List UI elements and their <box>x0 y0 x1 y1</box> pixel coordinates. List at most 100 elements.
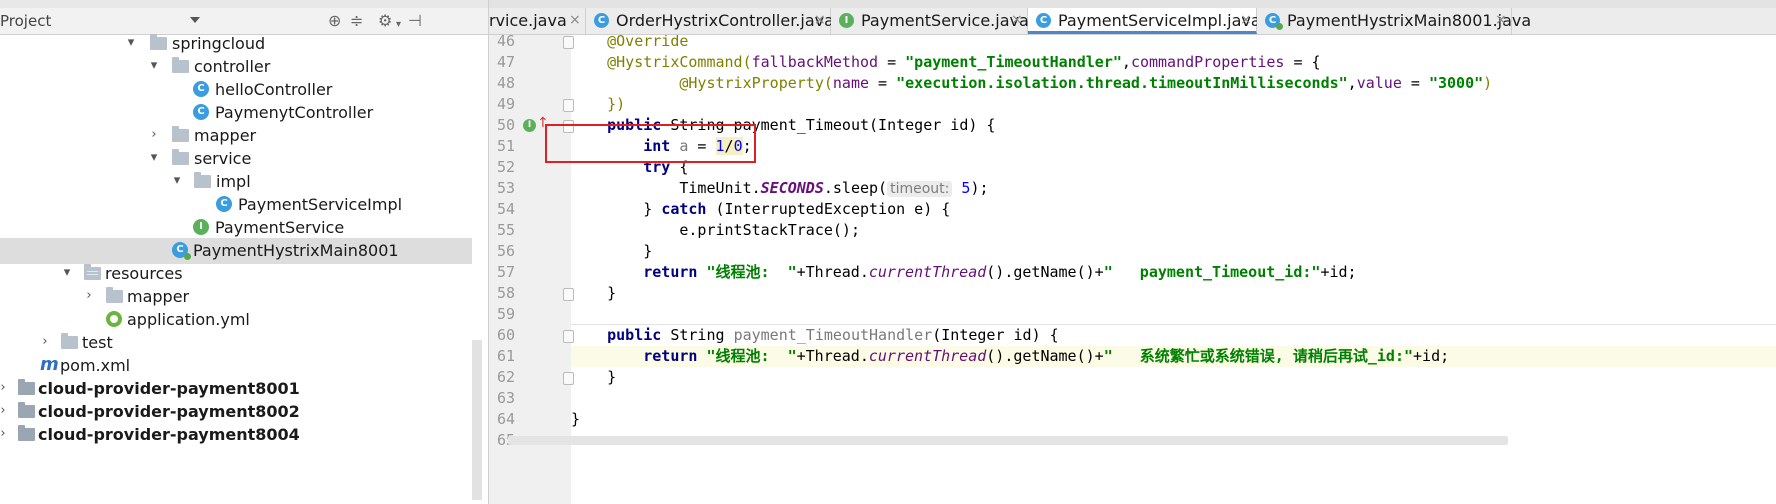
tab-paymenthystrixmain8001[interactable]: C PaymentHystrixMain8001.java × <box>1257 8 1531 34</box>
panel-top-strip <box>0 0 488 8</box>
line-number: 48 <box>496 74 515 92</box>
code-editor[interactable]: 46 47 48 49 50 I ↑ 51 52 53 54 55 56 57 58… <box>489 35 1776 504</box>
code-token: (InterruptedException e) { <box>706 200 951 218</box>
line-number: 47 <box>496 53 515 71</box>
code-line-62[interactable]: } <box>571 367 1776 388</box>
annotation-highlight-box <box>545 124 756 163</box>
tab-paymentserviceimpl[interactable]: C PaymentServiceImpl.java × <box>1028 8 1261 34</box>
main-class-icon: C <box>172 242 191 260</box>
module-folder-icon <box>18 425 35 441</box>
code-line-61[interactable]: return "线程池: "+Thread.currentThread().ge… <box>571 346 1776 367</box>
code-line-48[interactable]: @HystrixProperty(name = "execution.isola… <box>571 73 1776 94</box>
code-line-53[interactable]: TimeUnit.SECONDS.sleep(timeout: 5); <box>571 178 1776 199</box>
locate-icon[interactable]: ⊕ <box>328 12 341 30</box>
class-icon: C <box>193 81 209 97</box>
folder-icon <box>106 287 123 303</box>
code-line-47[interactable]: @HystrixCommand(fallbackMethod = "paymen… <box>571 52 1776 73</box>
code-token: , <box>1121 53 1131 71</box>
gutter-line: 56 <box>489 241 571 262</box>
code-line-59[interactable] <box>571 304 1776 325</box>
gutter-line: 54 <box>489 199 571 220</box>
code-token: return <box>643 263 698 281</box>
line-number: 56 <box>496 242 515 260</box>
chevron-down-icon[interactable]: ▾ <box>147 150 161 165</box>
close-icon[interactable]: × <box>1240 12 1252 28</box>
close-icon[interactable]: × <box>814 12 826 28</box>
code-token: ); <box>970 179 989 197</box>
chevron-right-icon[interactable]: › <box>0 403 10 418</box>
code-token: ().getName()+ <box>986 347 1104 365</box>
class-icon: C <box>193 104 209 120</box>
tab-orderhystrixcontroller[interactable]: C OrderHystrixController.java × <box>586 8 834 34</box>
gutter-line: 62 <box>489 367 574 388</box>
code-token: catch <box>661 200 707 218</box>
tree-item-label: helloController <box>215 80 333 99</box>
chevron-right-icon[interactable]: › <box>147 127 161 142</box>
project-view-selector[interactable]: Project <box>0 12 51 30</box>
tab-bar-top-strip <box>489 0 1776 8</box>
code-line-58[interactable]: } <box>571 283 1776 304</box>
chevron-down-icon[interactable]: ▾ <box>60 265 74 280</box>
horizontal-scrollbar[interactable] <box>508 436 1508 445</box>
chevron-right-icon[interactable]: › <box>82 288 96 303</box>
code-token: } <box>643 242 653 260</box>
code-line-46[interactable]: @Override <box>571 35 1776 52</box>
code-token: = <box>1401 74 1429 92</box>
tree-item-label: cloud-provider-payment8002 <box>38 402 300 421</box>
folder-icon <box>172 57 189 73</box>
gutter-line: 55 <box>489 220 571 241</box>
module-folder-icon <box>18 402 35 418</box>
editor-tab-bar: rvice.java × C OrderHystrixController.ja… <box>489 0 1776 35</box>
code-line-60[interactable]: public String payment_TimeoutHandler(Int… <box>571 325 1776 346</box>
parameter-hint: timeout: <box>887 181 953 197</box>
code-token: +id; <box>1320 263 1357 281</box>
code-line-49[interactable]: }) <box>571 94 1776 115</box>
tab-paymentservice[interactable]: I PaymentService.java × <box>831 8 1029 34</box>
chevron-right-icon[interactable]: › <box>38 334 52 349</box>
tree-item-label: pom.xml <box>60 356 131 375</box>
close-icon[interactable]: × <box>569 12 581 28</box>
code-token: @HystrixProperty( <box>679 74 833 92</box>
code-token: +id; <box>1413 347 1450 365</box>
chevron-down-icon[interactable]: ▾ <box>147 58 161 73</box>
interface-icon: I <box>839 13 854 28</box>
chevron-right-icon[interactable]: › <box>0 426 10 441</box>
chevron-right-icon[interactable]: › <box>0 380 10 395</box>
project-scrollbar[interactable] <box>472 340 482 500</box>
code-line-56[interactable]: } <box>571 241 1776 262</box>
line-number: 49 <box>496 95 515 113</box>
code-token: @HystrixCommand( <box>607 53 752 71</box>
gear-icon[interactable]: ⚙ <box>378 12 392 30</box>
code-token: = <box>878 53 906 71</box>
tab-service-java[interactable]: rvice.java × <box>489 8 586 34</box>
code-token: +Thread. <box>796 347 869 365</box>
collapse-all-icon[interactable]: ≑ <box>350 12 363 30</box>
code-line-63[interactable] <box>571 388 1776 409</box>
code-line-64[interactable]: } <box>571 409 1776 430</box>
close-icon[interactable]: × <box>1011 12 1023 28</box>
gutter-line: 53 <box>489 178 571 199</box>
code-token: , <box>1347 74 1357 92</box>
chevron-down-icon[interactable] <box>190 17 200 23</box>
close-icon[interactable]: × <box>1495 12 1507 28</box>
line-number: 58 <box>496 284 515 302</box>
code-token: } <box>571 410 581 428</box>
class-icon: C <box>594 13 609 28</box>
tree-item-module-8004[interactable]: › cloud-provider-payment8004 <box>0 422 472 448</box>
code-token: (Integer id) { <box>932 326 1059 344</box>
code-line-55[interactable]: e.printStackTrace(); <box>571 220 1776 241</box>
code-token: " payment_Timeout_id:" <box>1103 263 1321 281</box>
gutter-line: 48 <box>489 73 571 94</box>
code-token: "线程池: " <box>697 263 797 281</box>
chevron-down-icon[interactable]: ▾ <box>170 173 184 188</box>
class-icon: C <box>216 196 232 212</box>
hide-panel-icon[interactable]: ⊣ <box>408 12 422 30</box>
implements-icon[interactable]: I <box>523 119 536 132</box>
code-token: SECONDS <box>760 179 824 197</box>
tree-item-label: mapper <box>127 287 190 306</box>
code-token: commandProperties <box>1130 53 1285 71</box>
code-line-54[interactable]: } catch (InterruptedException e) { <box>571 199 1776 220</box>
code-line-57[interactable]: return "线程池: "+Thread.currentThread().ge… <box>571 262 1776 283</box>
project-panel: Project ⊕ ≑ ⚙ ▾ ⊣ ▾ springcloud ▾ contro… <box>0 0 489 504</box>
chevron-down-icon[interactable]: ▾ <box>124 35 138 50</box>
